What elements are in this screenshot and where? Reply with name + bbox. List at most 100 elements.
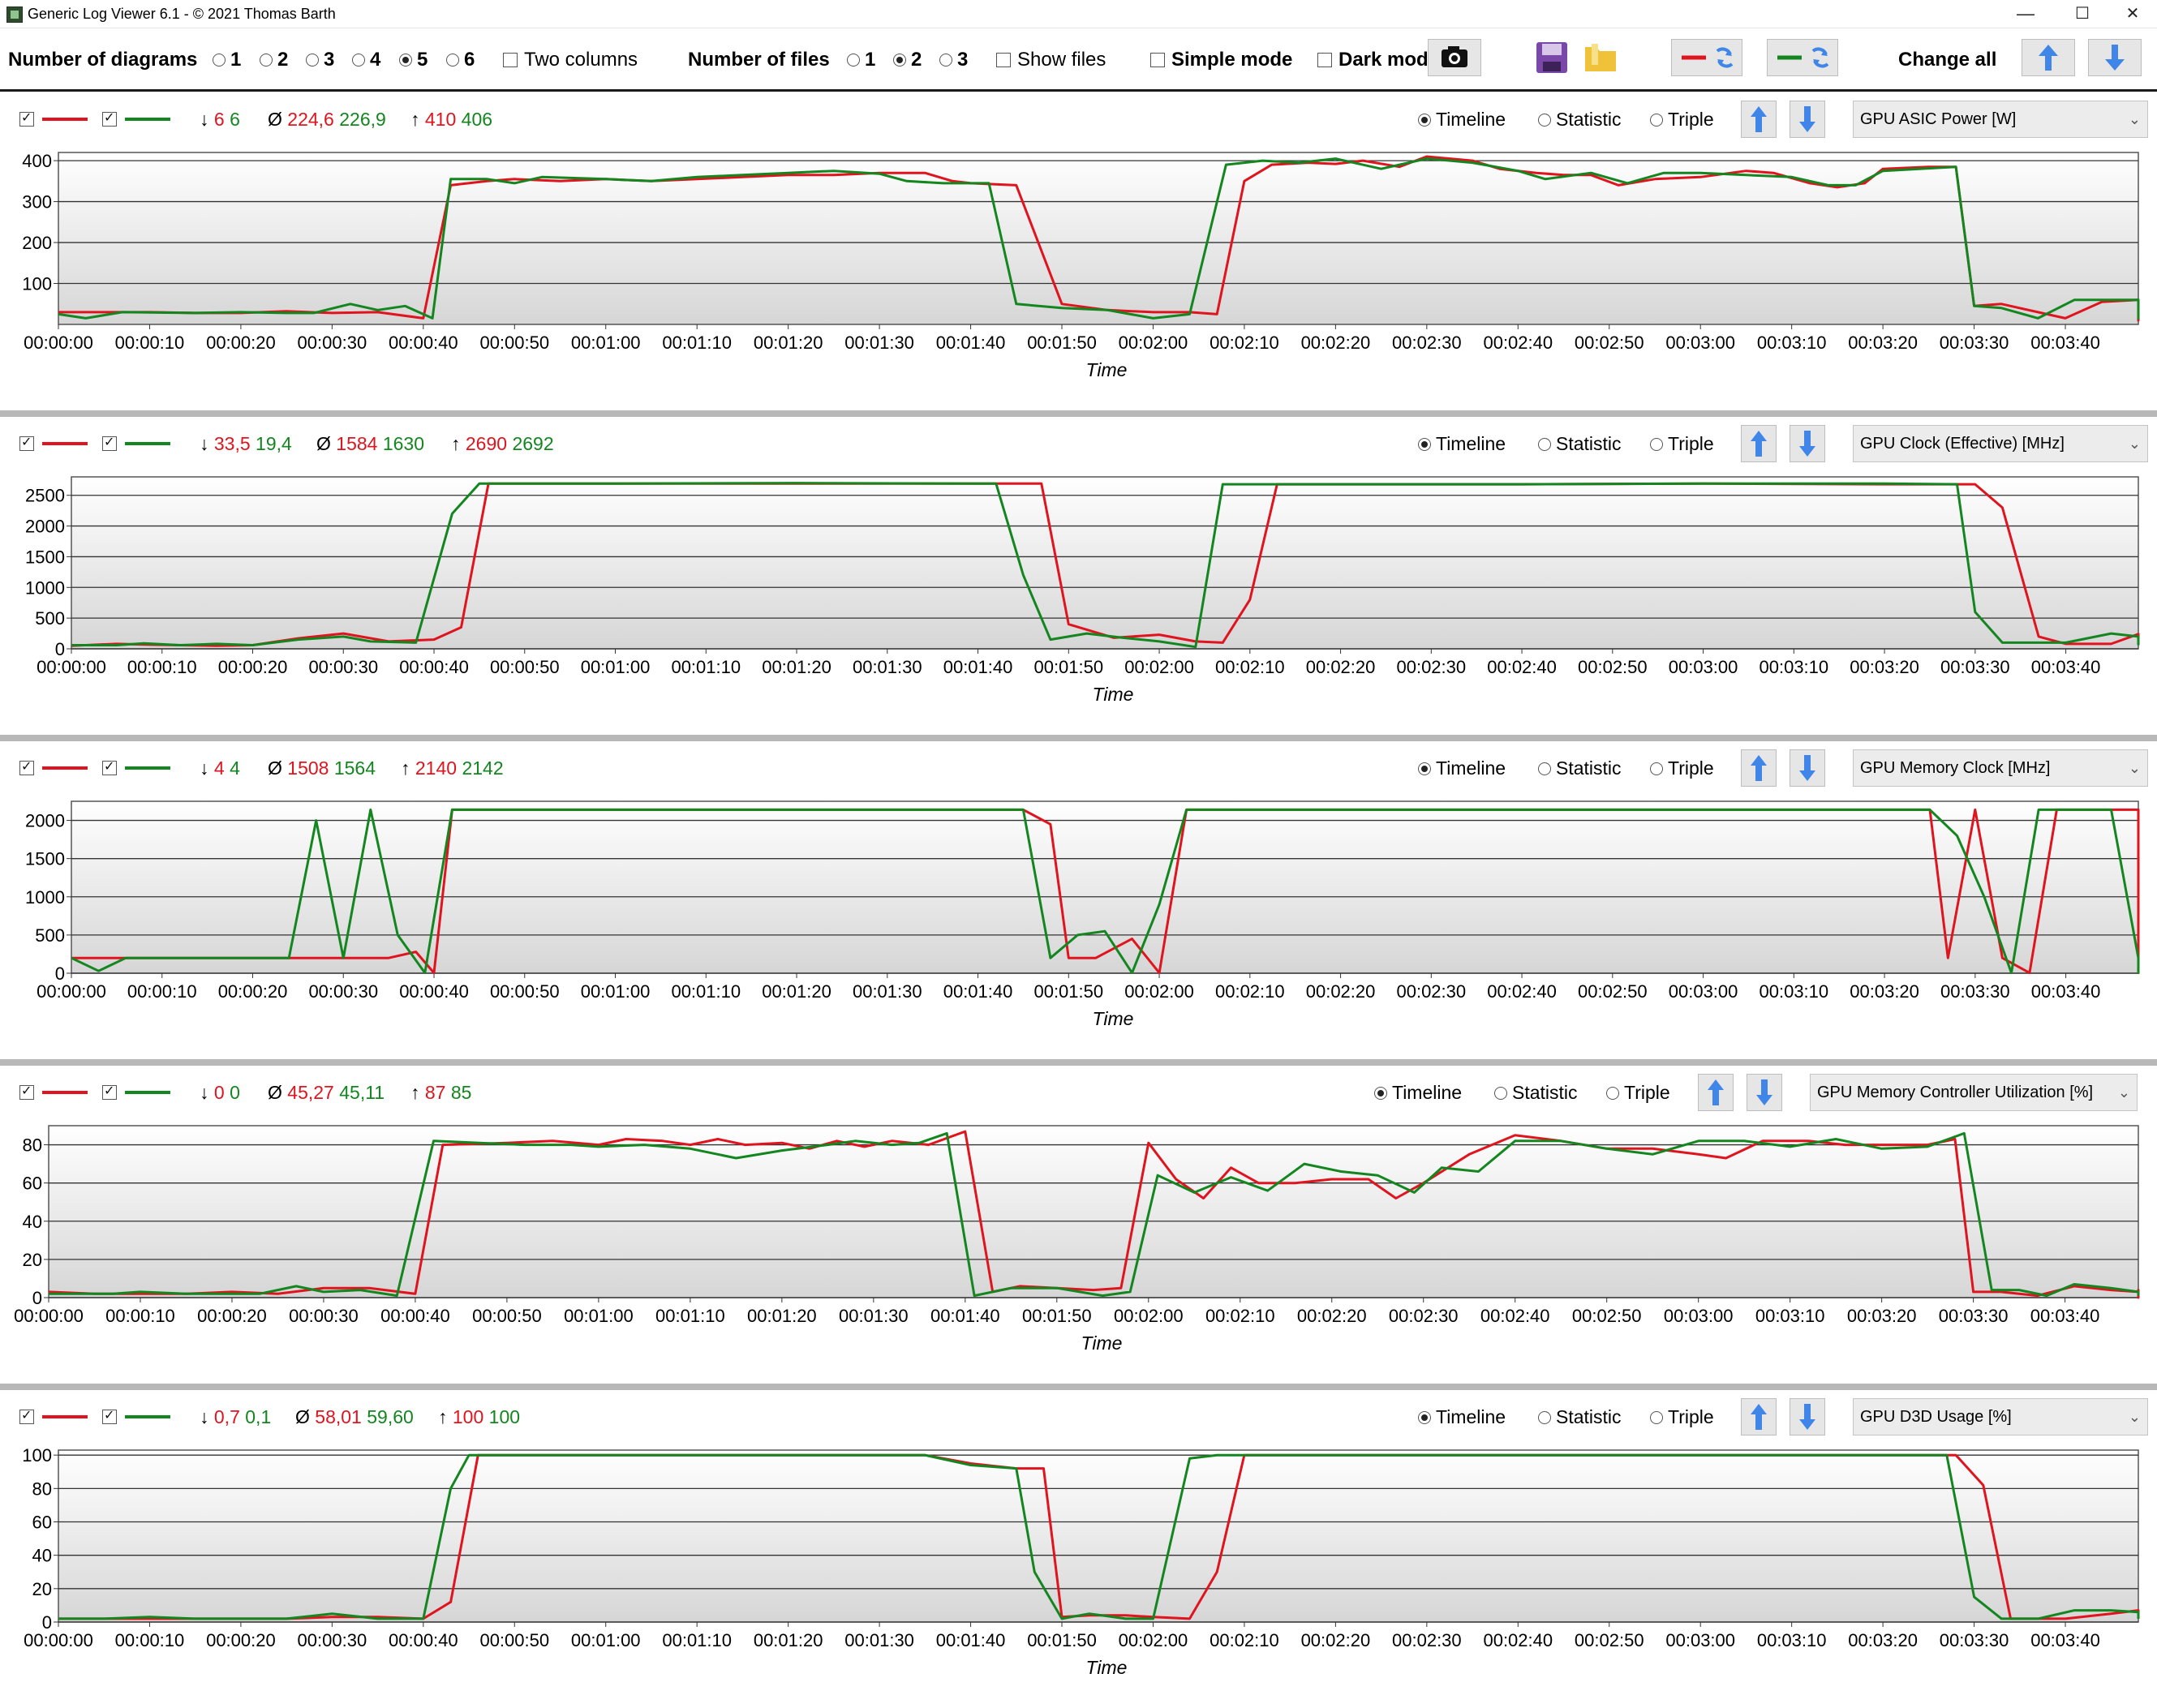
mode-radio-statistic[interactable]: Statistic bbox=[1538, 433, 1622, 455]
metric-select[interactable]: GPU D3D Usage [%] ⌄ bbox=[1853, 1398, 2148, 1435]
series2-visible-checkbox[interactable] bbox=[102, 1407, 117, 1424]
x-tick-label: 00:00:40 bbox=[399, 657, 469, 677]
dark-mode-checkbox[interactable]: Dark mod bbox=[1317, 49, 1429, 71]
swap-red-icon bbox=[1682, 47, 1734, 68]
diagrams-radio-6[interactable]: 6 bbox=[446, 49, 475, 71]
radio-icon bbox=[847, 54, 860, 67]
arrow-down-icon bbox=[1799, 755, 1815, 781]
min-stat: ↓ 33,5 19,4 bbox=[200, 433, 292, 455]
mode-radio-statistic[interactable]: Statistic bbox=[1494, 1082, 1578, 1104]
chevron-down-icon: ⌄ bbox=[2128, 436, 2141, 452]
diagrams-radio-4[interactable]: 4 bbox=[352, 49, 380, 71]
files-radio-3[interactable]: 3 bbox=[939, 49, 968, 71]
move-all-up-button[interactable] bbox=[2022, 39, 2075, 76]
show-files-checkbox[interactable]: Show files bbox=[996, 49, 1106, 71]
move-diagram-up-button[interactable] bbox=[1741, 749, 1777, 787]
mode-radio-triple[interactable]: Triple bbox=[1650, 757, 1714, 779]
two-columns-checkbox[interactable]: Two columns bbox=[503, 49, 638, 71]
x-tick-label: 00:00:00 bbox=[24, 333, 93, 353]
move-diagram-up-button[interactable] bbox=[1741, 425, 1777, 462]
x-tick-label: 00:00:20 bbox=[218, 981, 288, 1002]
min-stat: ↓ 4 4 bbox=[200, 757, 240, 779]
mode-radio-statistic[interactable]: Statistic bbox=[1538, 109, 1622, 131]
save-icon bbox=[1536, 42, 1567, 73]
swap-green-button[interactable] bbox=[1767, 39, 1838, 76]
mode-radio-triple[interactable]: Triple bbox=[1650, 1406, 1714, 1428]
move-diagram-down-button[interactable] bbox=[1790, 425, 1825, 462]
x-tick-label: 00:02:20 bbox=[1297, 1306, 1367, 1326]
diagrams-radio-3[interactable]: 3 bbox=[306, 49, 334, 71]
mode-radio-triple[interactable]: Triple bbox=[1606, 1082, 1670, 1104]
min-stat: ↓ 0 0 bbox=[200, 1082, 240, 1104]
metric-select[interactable]: GPU Memory Controller Utilization [%] ⌄ bbox=[1810, 1074, 2138, 1111]
chevron-down-icon: ⌄ bbox=[2128, 111, 2141, 127]
x-tick-label: 00:02:50 bbox=[1578, 657, 1648, 677]
mode-radio-timeline[interactable]: Timeline bbox=[1418, 109, 1506, 131]
x-axis-label: Time bbox=[1086, 1657, 1128, 1678]
x-tick-label: 00:00:10 bbox=[127, 981, 197, 1002]
move-all-down-button[interactable] bbox=[2088, 39, 2142, 76]
x-tick-label: 00:01:50 bbox=[1033, 657, 1103, 677]
files-radio-1[interactable]: 1 bbox=[847, 49, 875, 71]
mode-radio-statistic[interactable]: Statistic bbox=[1538, 1406, 1622, 1428]
move-diagram-up-button[interactable] bbox=[1741, 101, 1777, 138]
x-tick-label: 00:03:30 bbox=[1940, 981, 2010, 1002]
max-stat: ↑ 2140 2142 bbox=[401, 757, 504, 779]
series1-visible-checkbox[interactable] bbox=[19, 109, 34, 127]
move-diagram-down-button[interactable] bbox=[1747, 1074, 1782, 1111]
folder-icon bbox=[1585, 44, 1616, 71]
move-diagram-down-button[interactable] bbox=[1790, 749, 1825, 787]
x-tick-label: 00:02:40 bbox=[1483, 1630, 1553, 1650]
files-radio-2[interactable]: 2 bbox=[893, 49, 922, 71]
line-chart: 02040608010000:00:00 00:00:10 00:00:20 00:0… bbox=[22, 1445, 2140, 1678]
series1-visible-checkbox[interactable] bbox=[19, 1407, 34, 1424]
series1-visible-checkbox[interactable] bbox=[19, 434, 34, 451]
metric-select[interactable]: GPU Clock (Effective) [MHz] ⌄ bbox=[1853, 425, 2148, 462]
screenshot-button[interactable] bbox=[1428, 39, 1481, 76]
close-button[interactable]: ✕ bbox=[2108, 0, 2157, 28]
move-diagram-down-button[interactable] bbox=[1790, 101, 1825, 138]
open-folder-button[interactable] bbox=[1582, 39, 1619, 76]
x-tick-label: 00:00:20 bbox=[197, 1306, 267, 1326]
series2-visible-checkbox[interactable] bbox=[102, 1083, 117, 1100]
move-diagram-down-button[interactable] bbox=[1790, 1398, 1825, 1435]
x-tick-label: 00:03:30 bbox=[1940, 333, 2009, 353]
diagrams-radio-5[interactable]: 5 bbox=[399, 49, 428, 71]
diagrams-radio-1[interactable]: 1 bbox=[213, 49, 241, 71]
mode-radio-statistic[interactable]: Statistic bbox=[1538, 757, 1622, 779]
x-tick-label: 00:01:10 bbox=[671, 657, 741, 677]
save-button[interactable] bbox=[1533, 39, 1570, 76]
mode-radio-triple[interactable]: Triple bbox=[1650, 433, 1714, 455]
arrow-up-icon bbox=[1751, 431, 1767, 457]
simple-mode-checkbox[interactable]: Simple mode bbox=[1150, 49, 1292, 71]
swap-red-button[interactable] bbox=[1671, 39, 1742, 76]
series2-visible-checkbox[interactable] bbox=[102, 434, 117, 451]
mode-radio-timeline[interactable]: Timeline bbox=[1418, 433, 1506, 455]
series1-visible-checkbox[interactable] bbox=[19, 1083, 34, 1100]
metric-select[interactable]: GPU ASIC Power [W] ⌄ bbox=[1853, 101, 2148, 138]
arrow-up-icon bbox=[1751, 1404, 1767, 1430]
min-value-series2: 4 bbox=[230, 757, 240, 779]
series2-visible-checkbox[interactable] bbox=[102, 758, 117, 775]
x-tick-label: 00:02:50 bbox=[1575, 333, 1644, 353]
minimize-button[interactable]: — bbox=[2001, 0, 2050, 28]
diagram-panel: ↓ 0 0 Ø 45,27 45,11 ↑ 87 85 Timeline Sta… bbox=[0, 1066, 2157, 1384]
move-diagram-up-button[interactable] bbox=[1698, 1074, 1734, 1111]
avg-value-series2: 45,11 bbox=[339, 1082, 385, 1103]
x-tick-label: 00:03:30 bbox=[1940, 657, 2010, 677]
mode-radio-timeline[interactable]: Timeline bbox=[1374, 1082, 1462, 1104]
radio-icon bbox=[1650, 438, 1663, 451]
mode-radio-timeline[interactable]: Timeline bbox=[1418, 1406, 1506, 1428]
x-tick-label: 00:01:10 bbox=[671, 981, 741, 1002]
maximize-button[interactable]: ☐ bbox=[2058, 0, 2107, 28]
move-diagram-up-button[interactable] bbox=[1741, 1398, 1777, 1435]
mode-radio-timeline[interactable]: Timeline bbox=[1418, 757, 1506, 779]
metric-select[interactable]: GPU Memory Clock [MHz] ⌄ bbox=[1853, 749, 2148, 787]
diagrams-radio-2[interactable]: 2 bbox=[260, 49, 288, 71]
series1-visible-checkbox[interactable] bbox=[19, 758, 34, 775]
avg-value-series1: 224,6 bbox=[287, 109, 334, 130]
series2-visible-checkbox[interactable] bbox=[102, 109, 117, 127]
x-tick-label: 00:01:50 bbox=[1027, 333, 1097, 353]
mode-radio-triple[interactable]: Triple bbox=[1650, 109, 1714, 131]
min-arrow-icon: ↓ bbox=[200, 757, 209, 779]
